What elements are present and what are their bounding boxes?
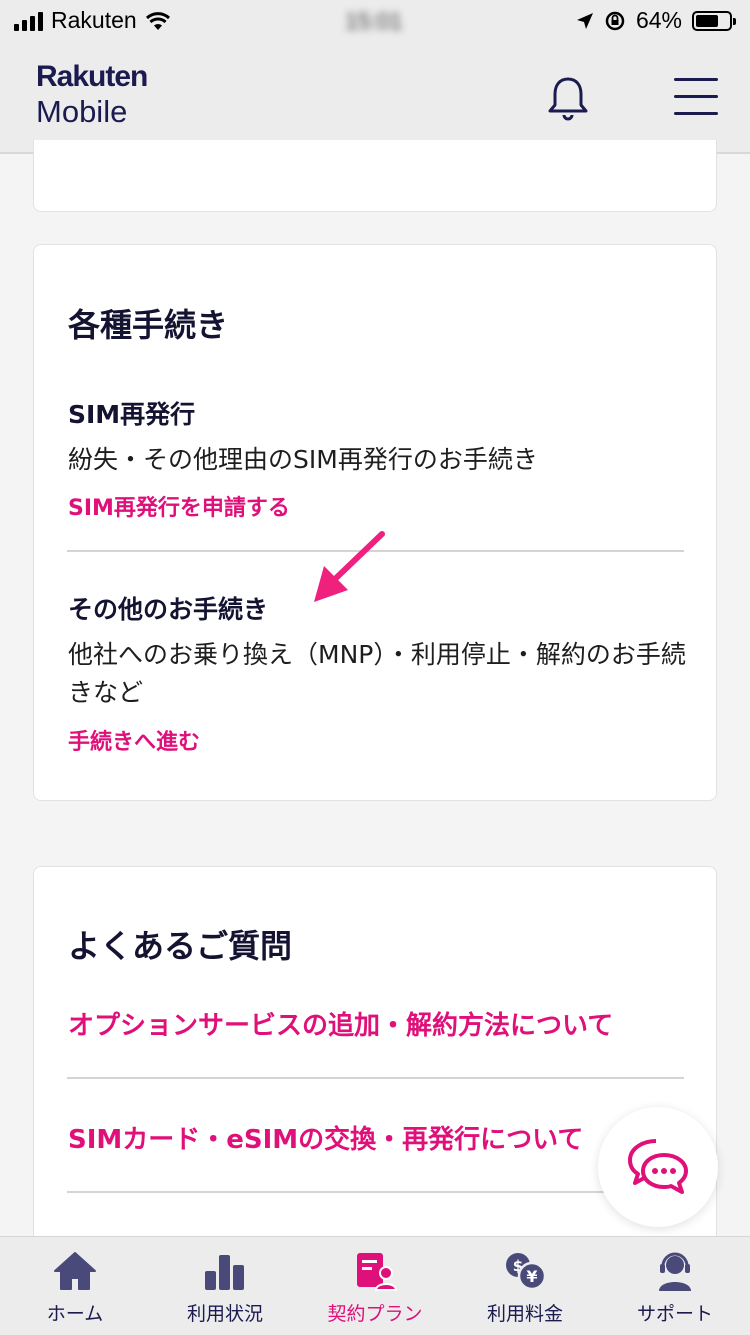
faq-title: よくあるご質問 bbox=[68, 927, 293, 965]
svg-text:¥: ¥ bbox=[526, 1267, 537, 1286]
nav-support[interactable]: サポート bbox=[600, 1237, 750, 1335]
procedures-card: 各種手続き SIM再発行 紛失・その他理由のSIM再発行のお手続き SIM再発行… bbox=[33, 244, 717, 801]
status-left: Rakuten bbox=[14, 7, 171, 34]
wifi-icon bbox=[145, 11, 170, 30]
bell-icon[interactable] bbox=[545, 74, 591, 122]
rotation-lock-icon bbox=[605, 11, 625, 30]
nav-label: 契約プラン bbox=[327, 1303, 423, 1325]
status-bar: Rakuten 15:01 64% bbox=[0, 0, 750, 42]
nav-label: 利用料金 bbox=[486, 1303, 563, 1325]
yen-coin-icon: $ ¥ bbox=[506, 1253, 547, 1291]
logo-line1: Rakuten bbox=[36, 60, 148, 93]
divider bbox=[67, 1077, 684, 1079]
clock: 15:01 bbox=[345, 8, 403, 34]
sim-reissue-link[interactable]: SIM再発行を申請する bbox=[68, 490, 290, 522]
battery-percent: 64% bbox=[635, 7, 682, 33]
chat-button[interactable] bbox=[598, 1107, 718, 1227]
support-headset-icon bbox=[659, 1252, 691, 1291]
divider bbox=[67, 1191, 684, 1193]
chat-bubbles-icon bbox=[628, 1139, 688, 1194]
bar-chart-icon bbox=[205, 1255, 244, 1290]
bottom-nav: ホーム 利用状況 契約プラン $ ¥ 利用料金 サポート bbox=[0, 1236, 750, 1335]
faq-link-option-service[interactable]: オプションサービスの追加・解約方法について bbox=[68, 1005, 613, 1042]
sim-reissue-title: SIM再発行 bbox=[68, 400, 196, 429]
logo-line2: Mobile bbox=[36, 94, 128, 129]
nav-label: 利用状況 bbox=[186, 1303, 263, 1325]
battery-icon bbox=[692, 10, 736, 31]
nav-label: ホーム bbox=[46, 1303, 104, 1325]
signal-icon bbox=[14, 11, 43, 31]
other-procedures-desc: 他社へのお乗り換え（MNP）・利用停止・解約のお手続きなど bbox=[68, 640, 686, 707]
other-procedures-link[interactable]: 手続きへ進む bbox=[68, 724, 200, 756]
nav-contract-plan[interactable]: 契約プラン bbox=[300, 1237, 450, 1335]
home-icon bbox=[54, 1252, 96, 1290]
hamburger-menu-icon[interactable] bbox=[674, 78, 718, 116]
procedures-title: 各種手続き bbox=[68, 306, 229, 344]
previous-card bbox=[33, 140, 717, 212]
nav-charges[interactable]: $ ¥ 利用料金 bbox=[450, 1237, 600, 1335]
app-header: Rakuten Mobile bbox=[0, 42, 750, 154]
nav-label: サポート bbox=[636, 1303, 713, 1325]
rakuten-mobile-logo[interactable]: Rakuten Mobile bbox=[36, 60, 148, 129]
sim-reissue-desc: 紛失・その他理由のSIM再発行のお手続き bbox=[68, 445, 538, 474]
other-procedures-title: その他のお手続き bbox=[68, 595, 269, 624]
location-arrow-icon bbox=[576, 12, 593, 29]
carrier-name: Rakuten bbox=[51, 7, 137, 33]
annotation-arrow-icon bbox=[314, 531, 385, 602]
contract-icon bbox=[357, 1253, 397, 1291]
nav-home[interactable]: ホーム bbox=[0, 1237, 150, 1335]
status-right: 64% bbox=[576, 7, 736, 34]
nav-usage[interactable]: 利用状況 bbox=[150, 1237, 300, 1335]
faq-link-sim-exchange[interactable]: SIMカード・eSIMの交換・再発行について bbox=[68, 1119, 583, 1156]
